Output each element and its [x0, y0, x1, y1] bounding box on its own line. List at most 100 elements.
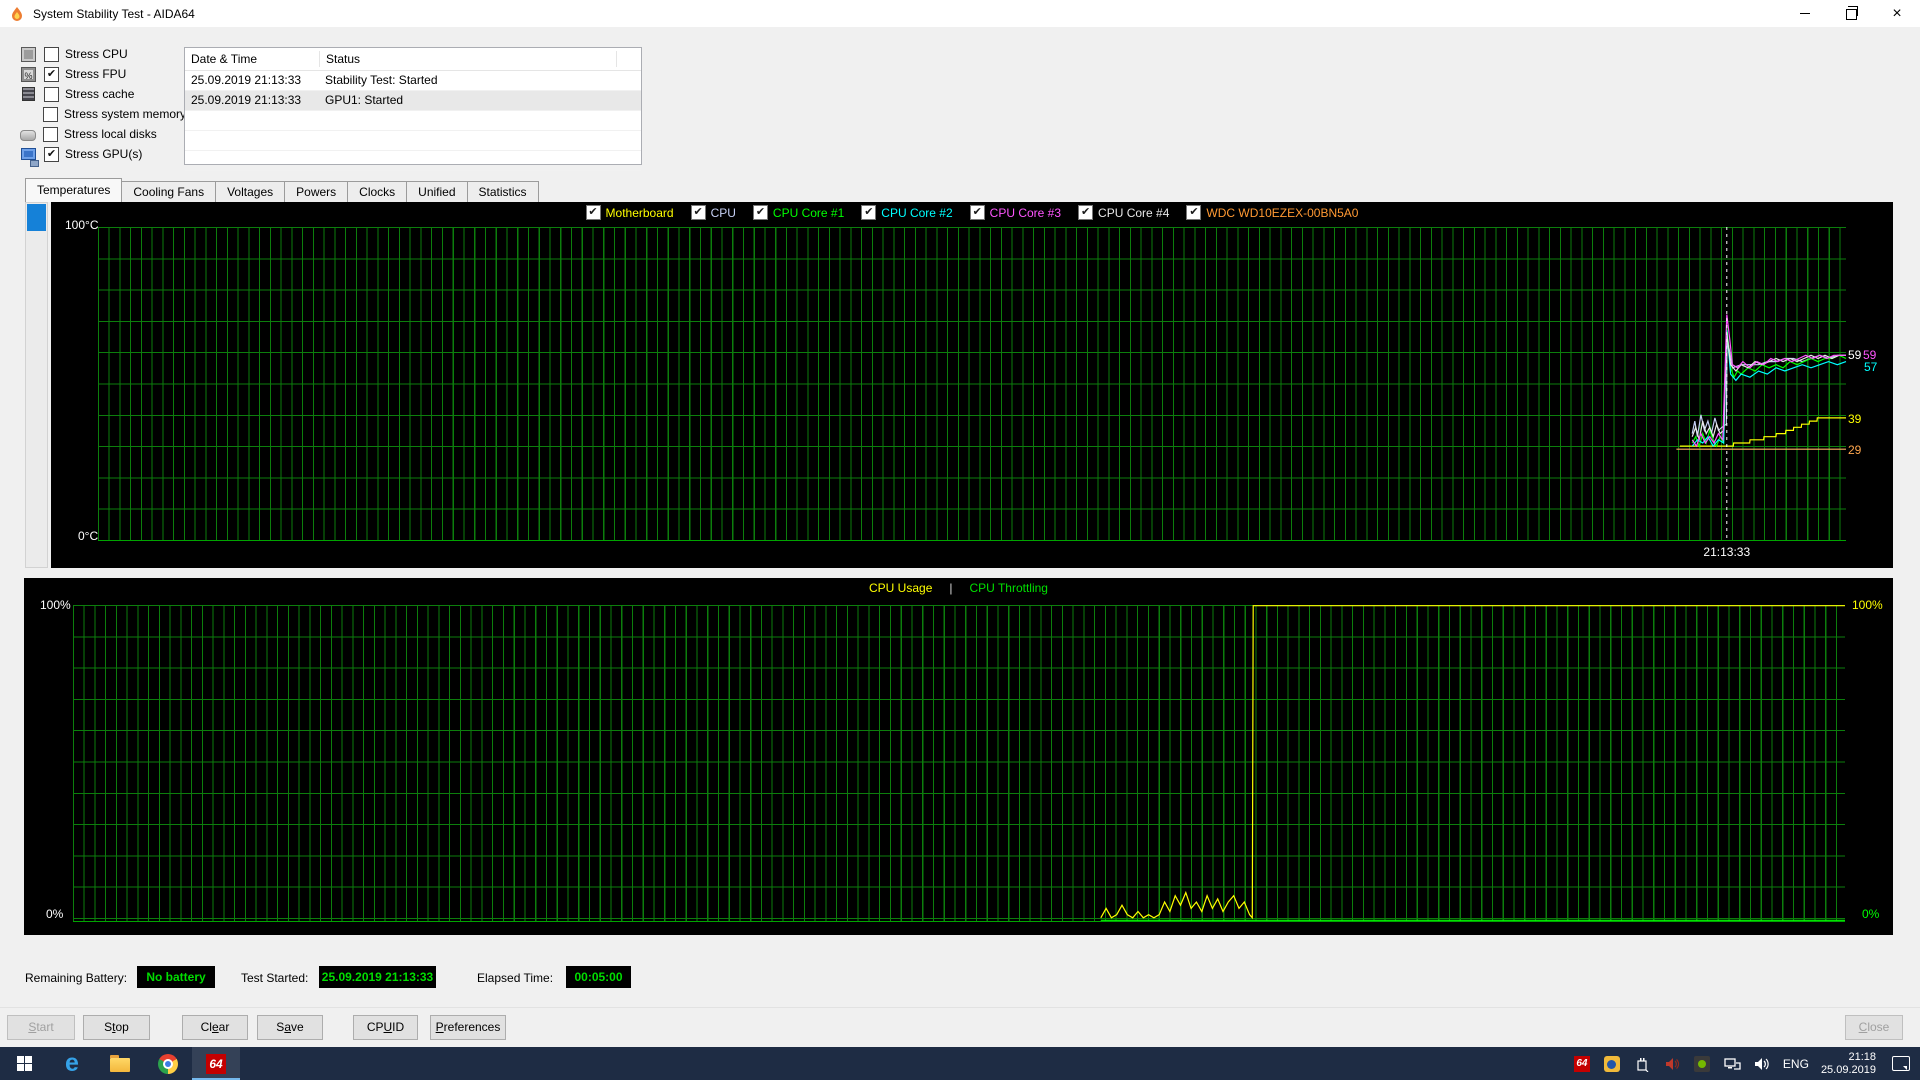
checkbox[interactable]: [43, 106, 58, 122]
checkbox[interactable]: ✔: [969, 205, 985, 220]
column-header-datetime[interactable]: Date & Time: [185, 51, 320, 67]
cache-icon: [22, 87, 35, 101]
y-axis-max-label: 100°C: [65, 218, 99, 232]
event-datetime: [185, 131, 319, 150]
event-log-empty-row[interactable]: [185, 151, 641, 171]
tray-daemon-tools-button[interactable]: [1597, 1047, 1627, 1080]
legend-label: CPU Core #3: [989, 205, 1062, 220]
current-value-label: 59: [1848, 348, 1862, 362]
aida64-tray-icon: 64: [1573, 1055, 1590, 1072]
action-center-icon[interactable]: [1892, 1056, 1910, 1071]
usage-title-part: |: [949, 581, 953, 595]
taskbar-aida64-button[interactable]: 64: [192, 1047, 240, 1080]
aida64-flame-icon: [12, 6, 22, 21]
taskbar-explorer-button[interactable]: [96, 1047, 144, 1080]
checkbox[interactable]: ✔: [44, 66, 59, 82]
tab-unified[interactable]: Unified: [406, 181, 468, 202]
checkbox[interactable]: ✔: [44, 146, 59, 162]
stop-button[interactable]: Stop: [83, 1015, 150, 1040]
tray-audio-device-button[interactable]: [1657, 1047, 1687, 1080]
current-value-label: 39: [1848, 412, 1862, 426]
legend-item-cpu[interactable]: ✔ CPU: [690, 205, 736, 220]
speaker-red-icon: [1665, 1057, 1679, 1070]
language-indicator[interactable]: ENG: [1777, 1057, 1815, 1071]
event-status: [319, 131, 615, 150]
usage-right-min-label: 0%: [1862, 907, 1880, 921]
checkbox[interactable]: ✔: [752, 205, 768, 220]
taskbar-clock[interactable]: 21:18 25.09.2019: [1815, 1051, 1882, 1077]
tray-nvidia-button[interactable]: [1687, 1047, 1717, 1080]
legend-item-cpu-core-2[interactable]: ✔ CPU Core #2: [861, 205, 953, 220]
event-log-empty-row[interactable]: [185, 131, 641, 151]
checkbox[interactable]: [44, 86, 59, 102]
stress-option-stress-cache[interactable]: Stress cache: [20, 84, 186, 104]
tab-voltages[interactable]: Voltages: [215, 181, 286, 202]
legend-item-wdc-wd10ezex-00bn5a0[interactable]: ✔ WDC WD10EZEX-00BN5A0: [1186, 205, 1358, 220]
current-value-label: 29: [1848, 443, 1862, 457]
tab-powers[interactable]: Powers: [284, 181, 349, 202]
stress-option-stress-system-memory[interactable]: Stress system memory: [20, 104, 186, 124]
series-cpu-core-4: [1691, 333, 1846, 440]
preferences-button[interactable]: Preferences: [430, 1015, 506, 1040]
event-log-table: Date & Time Status 25.09.2019 21:13:33 St…: [184, 47, 642, 171]
scrollbar-thumb[interactable]: [27, 204, 46, 231]
cpu-usage-chart-panel: CPU Usage | CPU Throttling 100% 0% 100% 0%: [24, 578, 1893, 935]
temperature-scale-scrollbar[interactable]: [25, 202, 48, 568]
tab-clocks[interactable]: Clocks: [347, 181, 408, 202]
start-button[interactable]: Start: [7, 1015, 75, 1040]
tray-usb-button[interactable]: [1627, 1047, 1657, 1080]
event-datetime: [185, 151, 319, 170]
legend-label: CPU Core #2: [881, 205, 953, 220]
legend-item-cpu-core-4[interactable]: ✔ CPU Core #4: [1078, 205, 1169, 220]
tab-cooling-fans[interactable]: Cooling Fans: [121, 181, 217, 202]
cpuid-button[interactable]: CPUID: [353, 1015, 418, 1040]
checkbox[interactable]: ✔: [1078, 205, 1094, 220]
status-bar: Remaining Battery: No battery Test Start…: [0, 960, 1920, 1000]
tray-volume-button[interactable]: [1747, 1047, 1777, 1080]
event-log-row[interactable]: 25.09.2019 21:13:33 GPU1: Started: [185, 91, 641, 111]
tab-statistics[interactable]: Statistics: [466, 181, 539, 202]
legend-item-cpu-core-1[interactable]: ✔ CPU Core #1: [752, 205, 844, 220]
checkbox[interactable]: [44, 46, 59, 62]
clear-button[interactable]: Clear: [182, 1015, 248, 1040]
checkbox[interactable]: ✔: [861, 205, 877, 220]
daemon-tools-icon: [1603, 1055, 1620, 1072]
checkbox[interactable]: ✔: [585, 205, 601, 220]
taskbar-chrome-button[interactable]: [144, 1047, 192, 1080]
event-datetime: 25.09.2019 21:13:33: [191, 93, 302, 107]
stress-option-label: Stress FPU: [65, 67, 127, 81]
tab-temperatures[interactable]: Temperatures: [25, 178, 123, 202]
stress-option-label: Stress CPU: [65, 47, 128, 61]
legend-item-motherboard[interactable]: ✔ Motherboard: [585, 205, 674, 220]
event-status: [319, 151, 615, 170]
stress-option-stress-fpu[interactable]: ✔ Stress FPU: [20, 64, 186, 84]
checkbox[interactable]: ✔: [690, 205, 706, 220]
event-log-row[interactable]: 25.09.2019 21:13:33 Stability Test: Start…: [185, 71, 641, 91]
close-button[interactable]: Close: [1845, 1015, 1903, 1040]
stress-option-stress-local-disks[interactable]: Stress local disks: [20, 124, 186, 144]
event-log-empty-row[interactable]: [185, 111, 641, 131]
save-button[interactable]: Save: [257, 1015, 323, 1040]
start-menu-button[interactable]: [0, 1047, 48, 1080]
close-window-button[interactable]: ×: [1874, 0, 1920, 27]
stress-option-stress-cpu[interactable]: Stress CPU: [20, 44, 186, 64]
volume-icon: [1754, 1057, 1769, 1070]
tray-aida64-button[interactable]: 64: [1567, 1047, 1597, 1080]
legend-item-cpu-core-3[interactable]: ✔ CPU Core #3: [969, 205, 1062, 220]
column-header-status[interactable]: Status: [320, 51, 617, 67]
stress-options-list: Stress CPU ✔ Stress FPU Stress cache Stress …: [20, 44, 186, 167]
taskbar-date: 25.09.2019: [1820, 1063, 1876, 1076]
tab-strip: Temperatures Cooling Fans Voltages Powers Cl…: [25, 178, 539, 202]
taskbar-edge-button[interactable]: e: [48, 1047, 96, 1080]
desktop: System Stability Test - AIDA64 × Stress …: [0, 0, 1920, 1080]
restore-button[interactable]: [1828, 0, 1874, 27]
remaining-battery-value: No battery: [137, 966, 215, 988]
minimize-button[interactable]: [1782, 0, 1828, 27]
tray-network-button[interactable]: [1717, 1047, 1747, 1080]
test-start-time-label: 21:13:33: [1703, 545, 1751, 559]
checkbox[interactable]: [43, 126, 58, 142]
stress-option-stress-gpu-s[interactable]: ✔ Stress GPU(s): [20, 144, 186, 167]
windows-logo-icon: [16, 1056, 32, 1071]
checkbox[interactable]: ✔: [1186, 205, 1202, 220]
event-status: Stability Test: Started: [325, 73, 438, 87]
